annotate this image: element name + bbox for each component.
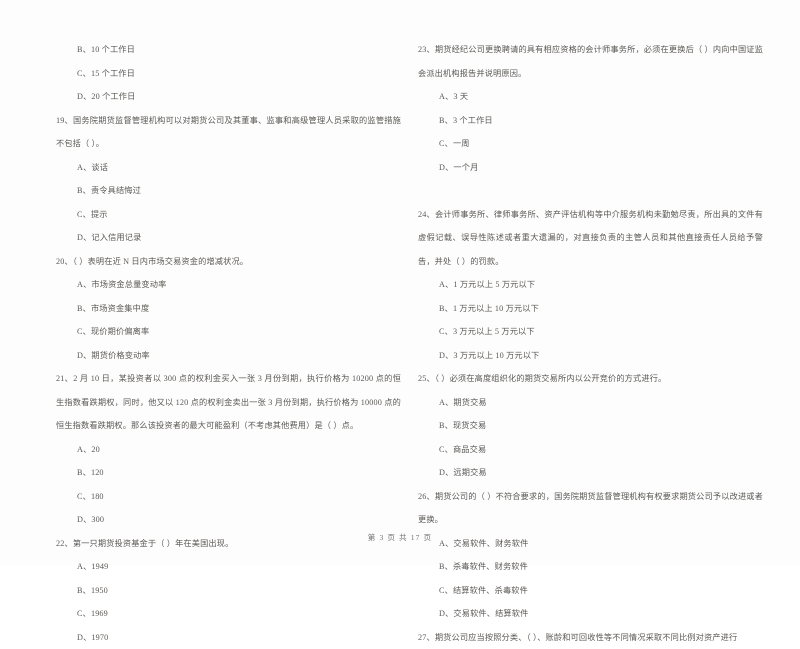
option-item: A、1 万元以上 5 万元以下	[418, 273, 763, 297]
document-page: B、10 个工作日 C、15 个工作日 D、20 个工作日 19、国务院期货监督…	[0, 0, 800, 565]
option-item: D、1970	[56, 626, 401, 649]
column-spacer	[418, 179, 763, 203]
question-block: 25、（ ）必须在高度组织化的期货交易所内以公开竞价的方式进行。 A、期货交易 …	[418, 367, 763, 485]
option-item: A、期货交易	[418, 391, 763, 415]
option-item: C、结算软件、杀毒软件	[418, 579, 763, 603]
option-item: B、3 个工作日	[418, 109, 763, 133]
question-block: 26、期货公司的（ ）不符合要求的，国务院期货监督管理机构有权要求期货公司予以改…	[418, 485, 763, 626]
option-item: C、一周	[418, 132, 763, 156]
option-item: C、商品交易	[418, 438, 763, 462]
question-block: 24、会计师事务所、律师事务所、资产评估机构等中介服务机构未勤勉尽责，所出具的文…	[418, 203, 763, 368]
option-item: B、1950	[56, 579, 401, 603]
option-item: A、谈话	[56, 156, 401, 180]
question-block: 20、（ ）表明在近 N 日内市场交易资金的增减状况。 A、市场资金总量变动率 …	[56, 250, 401, 368]
option-item: A、20	[56, 438, 401, 462]
option-item: C、提示	[56, 203, 401, 227]
option-item: B、120	[56, 461, 401, 485]
option-item: D、期货价格变动率	[56, 344, 401, 368]
question-stem: 26、期货公司的（ ）不符合要求的，国务院期货监督管理机构有权要求期货公司予以改…	[418, 485, 763, 532]
option-item: B、1 万元以上 10 万元以下	[418, 297, 763, 321]
option-item: D、记入信用记录	[56, 226, 401, 250]
option-item: D、3 万元以上 10 万元以下	[418, 344, 763, 368]
option-item: D、交易软件、结算软件	[418, 602, 763, 626]
option-item: B、杀毒软件、财务软件	[418, 555, 763, 579]
question-block: B、10 个工作日 C、15 个工作日 D、20 个工作日	[56, 38, 401, 109]
question-stem: 21、2 月 10 日，某投资者以 300 点的权利金买入一张 3 月份到期，执…	[56, 367, 401, 438]
option-item: C、现价期价偏离率	[56, 320, 401, 344]
page-footer: 第 3 页 共 17 页	[0, 532, 800, 543]
option-item: B、10 个工作日	[56, 38, 401, 62]
left-column: B、10 个工作日 C、15 个工作日 D、20 个工作日 19、国务院期货监督…	[56, 38, 401, 649]
question-stem: 25、（ ）必须在高度组织化的期货交易所内以公开竞价的方式进行。	[418, 367, 763, 391]
option-item: D、一个月	[418, 156, 763, 180]
question-block: 23、期货经纪公司更换聘请的具有相应资格的会计师事务所，必须在更换后（ ）内向中…	[418, 38, 763, 179]
question-block: 19、国务院期货监督管理机构可以对期货公司及其董事、监事和高级管理人员采取的监管…	[56, 109, 401, 250]
right-column: 23、期货经纪公司更换聘请的具有相应资格的会计师事务所，必须在更换后（ ）内向中…	[418, 38, 763, 649]
option-item: C、15 个工作日	[56, 62, 401, 86]
option-item: B、责令具结悔过	[56, 179, 401, 203]
option-item: C、1969	[56, 602, 401, 626]
option-item: D、远期交易	[418, 461, 763, 485]
option-item: D、20 个工作日	[56, 85, 401, 109]
question-block: 22、第一只期货投资基金于（ ）年在美国出现。 A、1949 B、1950 C、…	[56, 532, 401, 649]
option-item: C、180	[56, 485, 401, 509]
option-item: A、1949	[56, 555, 401, 579]
question-stem: 23、期货经纪公司更换聘请的具有相应资格的会计师事务所，必须在更换后（ ）内向中…	[418, 38, 763, 85]
option-item: B、现货交易	[418, 414, 763, 438]
question-block: 21、2 月 10 日，某投资者以 300 点的权利金买入一张 3 月份到期，执…	[56, 367, 401, 532]
question-stem: 19、国务院期货监督管理机构可以对期货公司及其董事、监事和高级管理人员采取的监管…	[56, 109, 401, 156]
option-item: D、300	[56, 508, 401, 532]
question-block: 27、期货公司应当按照分类、（ ）、账龄和可回收性等不同情况采取不同比例对资产进…	[418, 626, 763, 649]
option-item: A、市场资金总量变动率	[56, 273, 401, 297]
option-item: B、市场资金集中度	[56, 297, 401, 321]
option-item: C、3 万元以上 5 万元以下	[418, 320, 763, 344]
question-stem: 24、会计师事务所、律师事务所、资产评估机构等中介服务机构未勤勉尽责，所出具的文…	[418, 203, 763, 274]
question-stem: 27、期货公司应当按照分类、（ ）、账龄和可回收性等不同情况采取不同比例对资产进…	[418, 626, 763, 649]
question-stem: 20、（ ）表明在近 N 日内市场交易资金的增减状况。	[56, 250, 401, 274]
option-item: A、3 天	[418, 85, 763, 109]
